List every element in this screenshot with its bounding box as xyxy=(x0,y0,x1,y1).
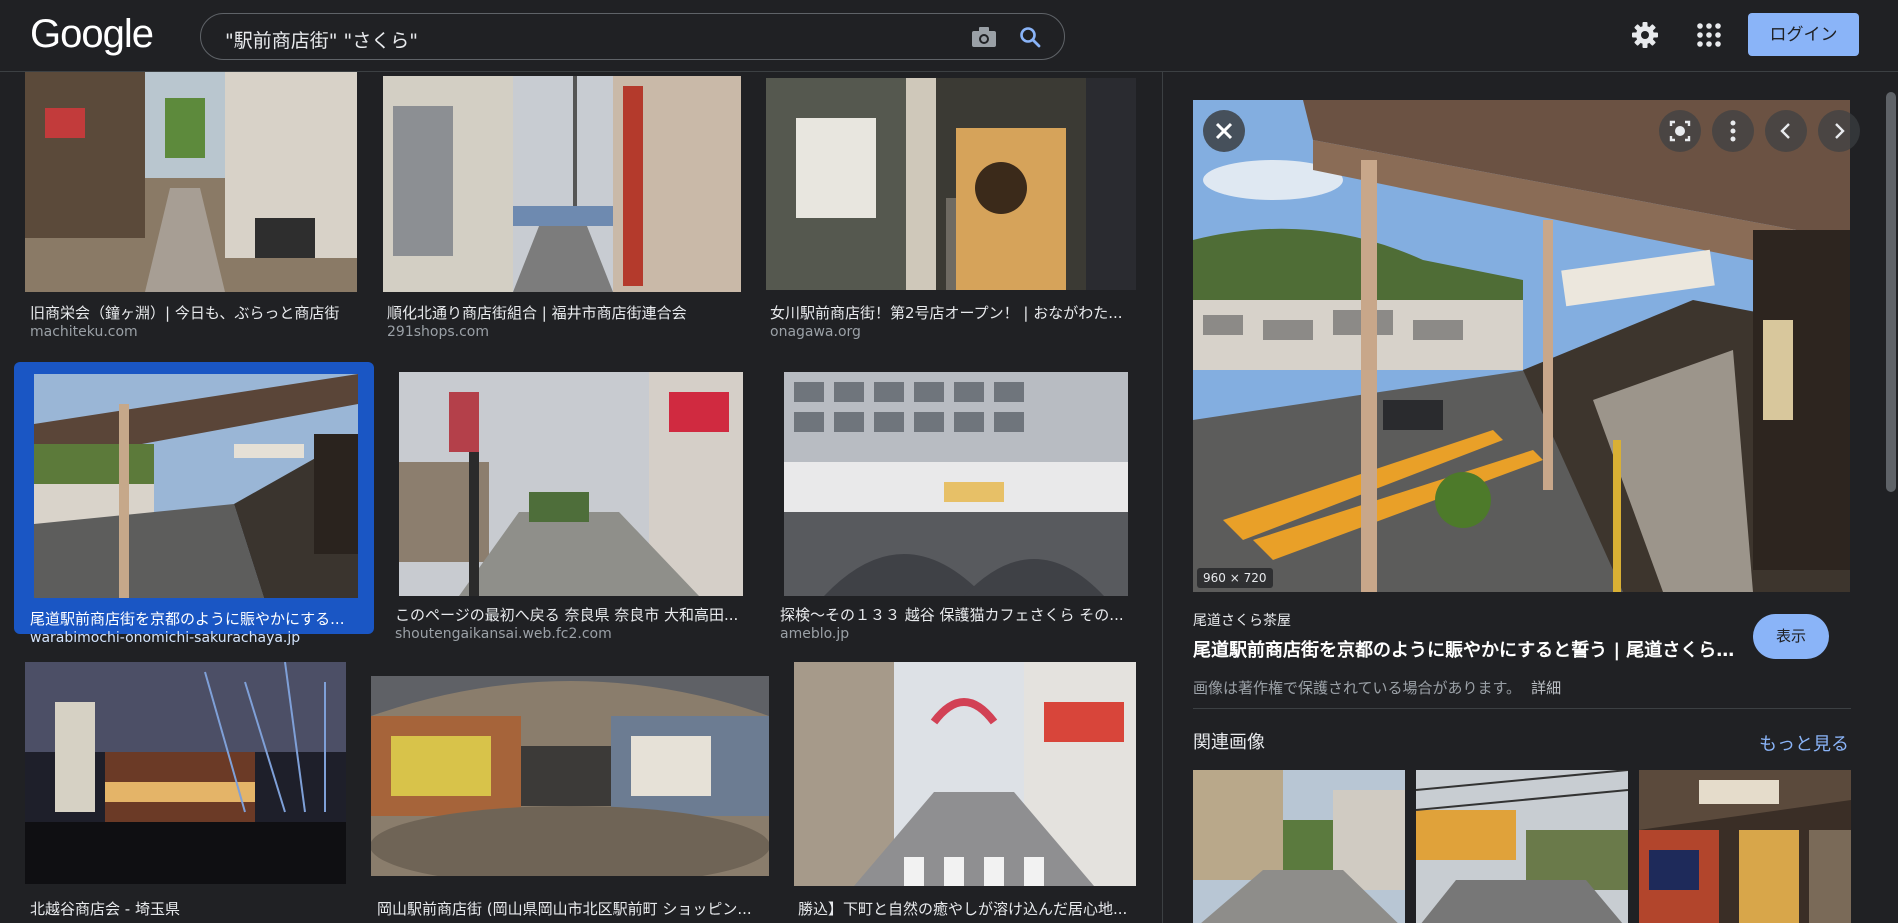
result-domain: shoutengaikansai.web.fc2.com xyxy=(395,626,612,642)
search-box[interactable]: "駅前商店街" "さくら" xyxy=(200,13,1065,60)
result-title[interactable]: 勝込】下町と自然の癒やしが溶け込んだ居心地... xyxy=(798,898,1133,919)
result-title[interactable]: 尾道駅前商店街を京都のように賑やかにする... xyxy=(30,608,360,629)
result-thumbnail[interactable] xyxy=(25,662,346,884)
gear-icon[interactable] xyxy=(1630,20,1660,50)
result-card[interactable]: 岡山駅前商店街 (岡山県岡山市北区駅前町 ショッピン... xyxy=(366,676,780,923)
search-icon[interactable] xyxy=(1018,25,1042,49)
result-thumbnail[interactable] xyxy=(383,76,741,292)
image-results-grid: 旧商栄会（鐘ヶ淵）| 今日も、ぶらっと商店街 machiteku.com 順化北… xyxy=(0,72,1160,923)
previous-image-button[interactable] xyxy=(1765,110,1807,152)
top-bar: Google "駅前商店街" "さくら" ログイン xyxy=(0,0,1898,72)
result-card-selected[interactable]: 尾道駅前商店街を京都のように賑やかにする... warabimochi-onom… xyxy=(14,362,374,646)
copyright-detail-link[interactable]: 詳細 xyxy=(1531,679,1561,697)
login-button[interactable]: ログイン xyxy=(1748,13,1859,56)
result-card[interactable]: 順化北通り商店街組合 | 福井市商店街連合会 291shops.com xyxy=(380,72,741,348)
result-domain: onagawa.org xyxy=(770,324,861,340)
result-title[interactable]: 女川駅前商店街！第2号店オープン！ | おながわた... xyxy=(770,302,1135,323)
more-vert-icon xyxy=(1730,120,1736,142)
result-title[interactable]: 北越谷商店会 - 埼玉県 xyxy=(30,898,350,919)
result-title[interactable]: 探検〜その１３３ 越谷 保護猫カフェさくら その... xyxy=(780,604,1130,625)
camera-icon[interactable] xyxy=(971,26,997,48)
related-image[interactable] xyxy=(1416,770,1628,923)
panel-scrollbar[interactable] xyxy=(1884,72,1898,923)
lens-icon xyxy=(1669,120,1691,142)
result-thumbnail[interactable] xyxy=(766,78,1136,290)
copyright-notice: 画像は著作権で保護されている場合があります。 詳細 xyxy=(1193,677,1561,698)
preview-title[interactable]: 尾道駅前商店街を京都のように賑やかにすると誓う | 尾道さくら茶屋 xyxy=(1193,636,1741,662)
result-card[interactable]: 勝込】下町と自然の癒やしが溶け込んだ居心地... xyxy=(790,662,1140,923)
copyright-text: 画像は著作権で保護されている場合があります。 xyxy=(1193,679,1522,697)
result-card[interactable]: 女川駅前商店街！第2号店オープン！ | おながわた... onagawa.org xyxy=(762,72,1142,348)
apps-grid-icon[interactable] xyxy=(1696,22,1722,48)
result-title[interactable]: 順化北通り商店街組合 | 福井市商店街連合会 xyxy=(387,302,737,323)
result-card[interactable]: このページの最初へ戻る 奈良県 奈良市 大和高田... shoutengaika… xyxy=(392,368,752,642)
view-button[interactable]: 表示 xyxy=(1753,614,1829,659)
image-dimensions: 960 × 720 xyxy=(1197,568,1273,588)
chevron-left-icon xyxy=(1780,123,1790,139)
result-thumbnail[interactable] xyxy=(399,372,743,596)
result-domain: 291shops.com xyxy=(387,324,489,340)
result-thumbnail[interactable] xyxy=(371,676,769,876)
result-title[interactable]: 旧商栄会（鐘ヶ淵）| 今日も、ぶらっと商店街 xyxy=(30,302,360,323)
result-thumbnail[interactable] xyxy=(784,372,1128,596)
result-card[interactable]: 旧商栄会（鐘ヶ淵）| 今日も、ぶらっと商店街 machiteku.com xyxy=(18,72,364,348)
result-title[interactable]: 岡山駅前商店街 (岡山県岡山市北区駅前町 ショッピン... xyxy=(377,898,767,919)
result-thumbnail[interactable] xyxy=(25,72,357,292)
more-options-button[interactable] xyxy=(1712,110,1754,152)
next-image-button[interactable] xyxy=(1818,110,1860,152)
preview-image[interactable] xyxy=(1193,100,1850,592)
result-card[interactable]: 北越谷商店会 - 埼玉県 xyxy=(18,662,358,923)
result-domain: ameblo.jp xyxy=(780,626,850,642)
chevron-right-icon xyxy=(1835,123,1845,139)
result-card[interactable]: 探検〜その１３３ 越谷 保護猫カフェさくら その... ameblo.jp xyxy=(774,368,1134,642)
related-image[interactable] xyxy=(1639,770,1851,923)
source-site-name[interactable]: 尾道さくら茶屋 xyxy=(1193,610,1291,630)
result-title[interactable]: このページの最初へ戻る 奈良県 奈良市 大和高田... xyxy=(395,604,743,625)
close-icon xyxy=(1215,122,1233,140)
result-domain: machiteku.com xyxy=(30,324,138,340)
close-button[interactable] xyxy=(1203,110,1245,152)
image-preview-panel: 960 × 720 尾道さくら茶屋 尾道駅前商店街を京都のように賑やかにすると誓… xyxy=(1162,72,1884,923)
related-images-heading: 関連画像 xyxy=(1193,732,1265,753)
result-domain: warabimochi-onomichi-sakurachaya.jp xyxy=(30,630,301,646)
scrollbar-thumb[interactable] xyxy=(1886,92,1896,492)
search-input[interactable]: "駅前商店街" "さくら" xyxy=(225,26,418,53)
see-more-link[interactable]: もっと見る xyxy=(1759,730,1849,756)
google-logo[interactable]: Google xyxy=(30,12,154,57)
result-thumbnail[interactable] xyxy=(34,374,358,598)
result-thumbnail[interactable] xyxy=(794,662,1136,886)
divider xyxy=(1193,708,1851,709)
related-image[interactable] xyxy=(1193,770,1405,923)
lens-search-button[interactable] xyxy=(1659,110,1701,152)
